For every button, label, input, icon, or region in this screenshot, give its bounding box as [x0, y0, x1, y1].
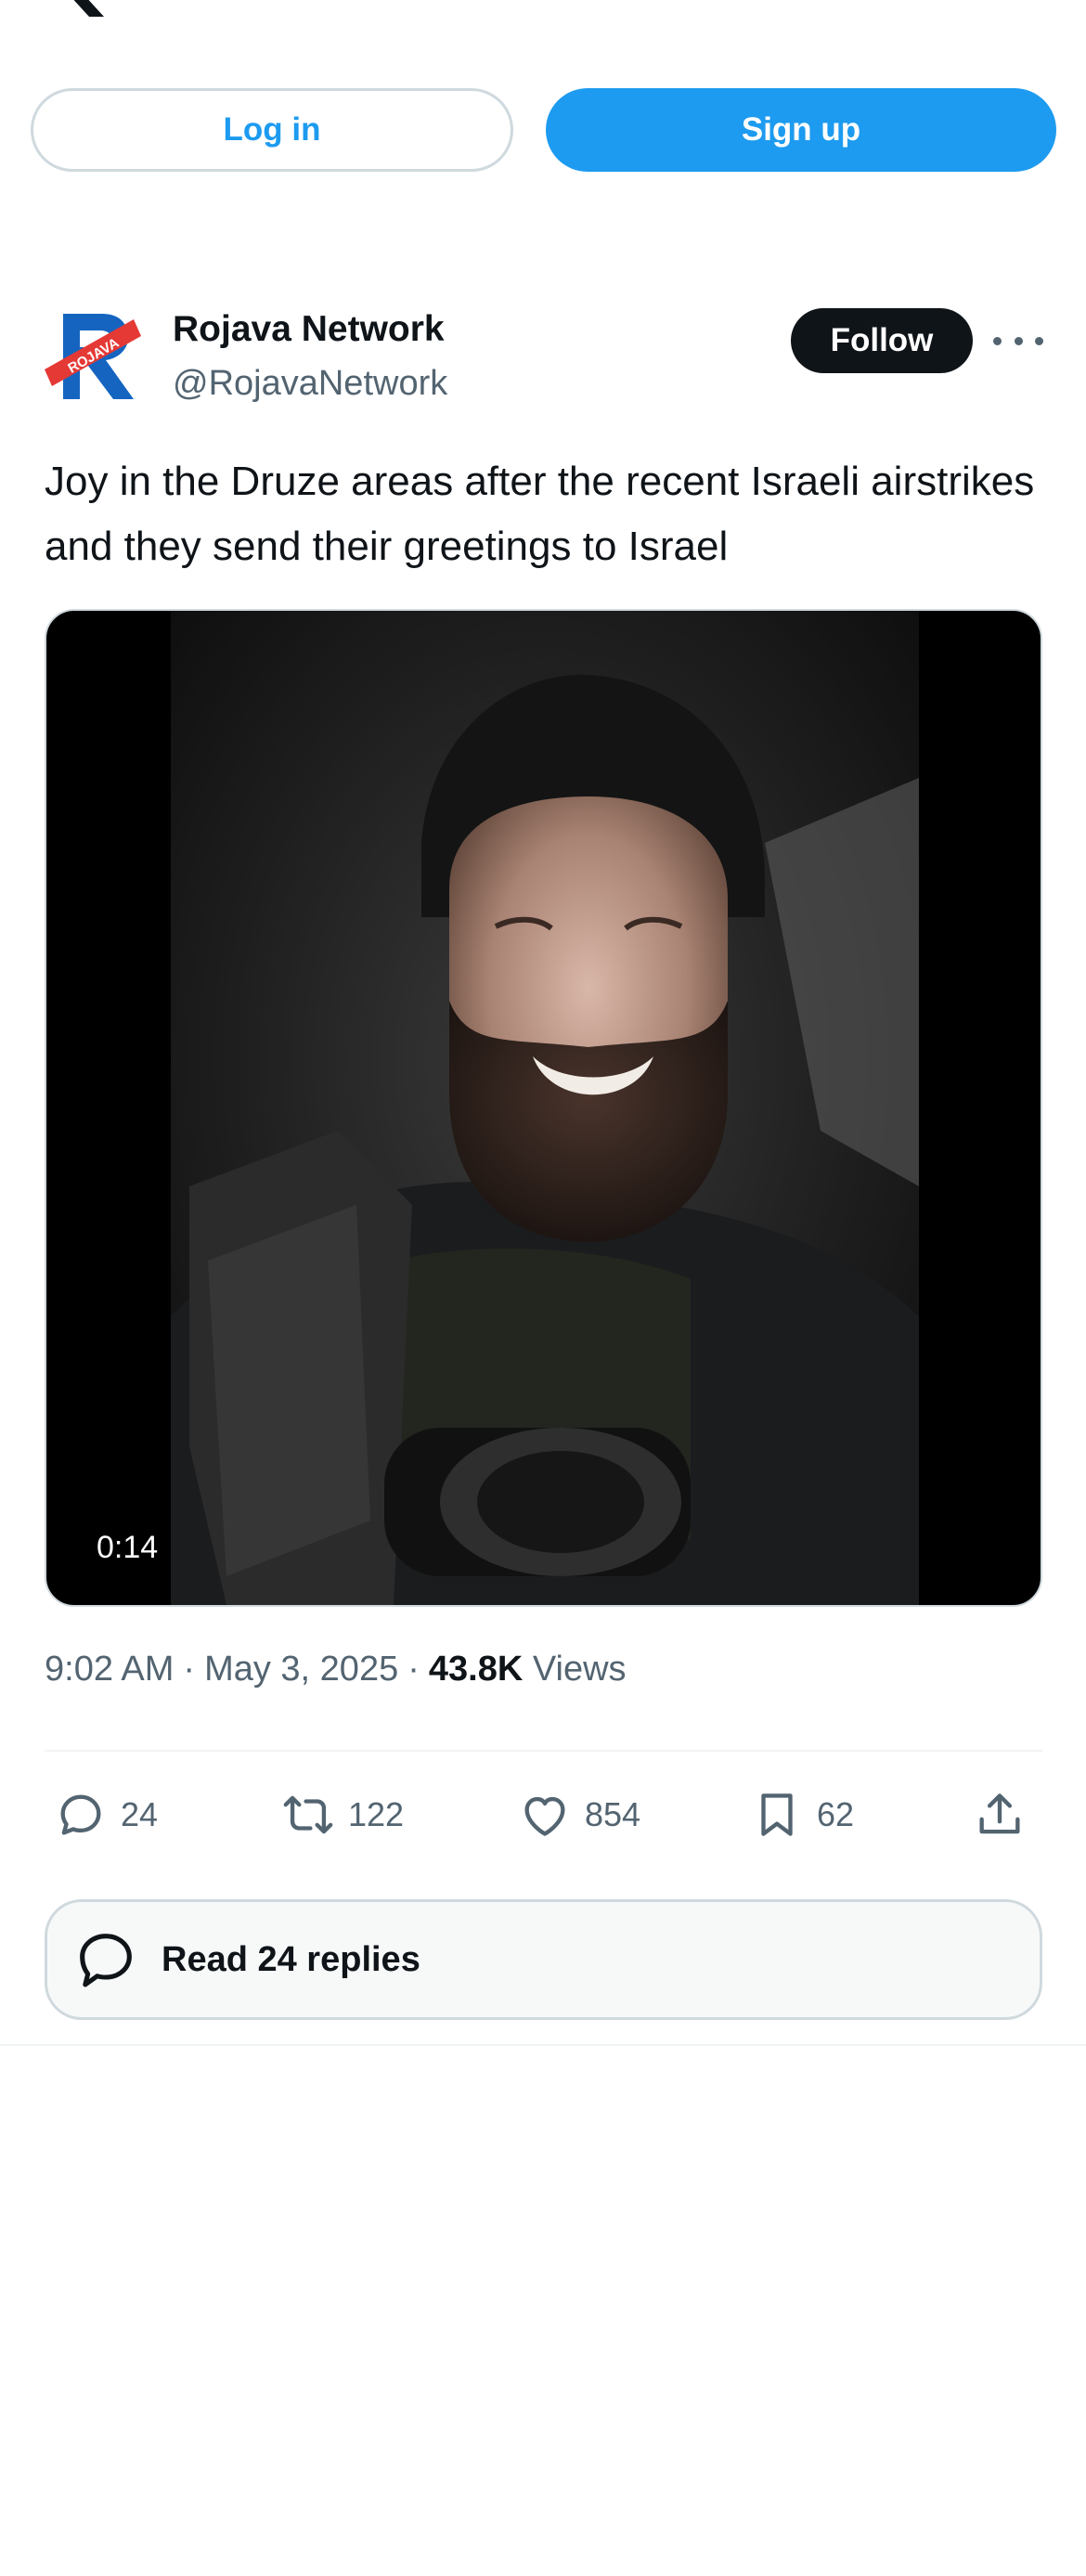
like-button[interactable]: 854 — [518, 1780, 640, 1849]
tweet-meta: 9:02 AM · May 3, 2025 · 43.8K Views — [45, 1650, 627, 1689]
author-handle[interactable]: @RojavaNetwork — [173, 364, 447, 404]
bookmark-count: 62 — [817, 1795, 855, 1833]
x-logo-icon[interactable] — [45, 0, 110, 17]
divider — [0, 2044, 1086, 2046]
more-icon-dot — [993, 336, 1002, 345]
auth-bar: Log in Sign up — [31, 88, 1056, 172]
bookmark-icon — [761, 1793, 793, 1836]
tweet-video[interactable]: 0:14 — [45, 609, 1042, 1607]
separator: · — [407, 1650, 420, 1689]
reply-button[interactable]: 24 — [54, 1780, 158, 1849]
more-icon-dot — [1014, 336, 1023, 345]
repost-icon — [283, 1795, 333, 1834]
share-icon — [979, 1793, 1020, 1834]
signup-button[interactable]: Sign up — [546, 88, 1056, 172]
tweet-text: Joy in the Druze areas after the recent … — [45, 459, 1035, 569]
video-duration: 0:14 — [84, 1524, 172, 1572]
heart-icon — [524, 1796, 565, 1836]
more-icon-dot — [1035, 336, 1043, 345]
follow-button[interactable]: Follow — [791, 308, 973, 373]
read-replies-button[interactable]: Read 24 replies — [45, 1899, 1042, 2020]
reply-icon — [60, 1794, 101, 1835]
login-button[interactable]: Log in — [31, 88, 513, 172]
more-icon[interactable] — [993, 325, 1043, 356]
repost-count: 122 — [348, 1795, 405, 1833]
replies-bubble-icon — [80, 1934, 132, 1987]
separator: · — [183, 1650, 196, 1689]
read-replies-label: Read 24 replies — [162, 1939, 420, 1979]
video-frame — [171, 611, 919, 1605]
tweet-date[interactable]: May 3, 2025 — [204, 1650, 398, 1689]
avatar[interactable]: ROJAVA — [45, 306, 147, 408]
repost-button[interactable]: 122 — [281, 1780, 404, 1849]
action-bar: 24 122 854 62 — [45, 1780, 1042, 1849]
author-display-name[interactable]: Rojava Network — [173, 309, 445, 350]
share-button[interactable] — [973, 1780, 1040, 1849]
reply-count: 24 — [121, 1795, 159, 1833]
divider — [45, 1750, 1042, 1752]
like-count: 854 — [585, 1795, 641, 1833]
views-label: Views — [532, 1650, 627, 1689]
views-count: 43.8K — [428, 1650, 524, 1689]
bookmark-button[interactable]: 62 — [750, 1780, 854, 1849]
tweet-time[interactable]: 9:02 AM — [45, 1650, 174, 1689]
